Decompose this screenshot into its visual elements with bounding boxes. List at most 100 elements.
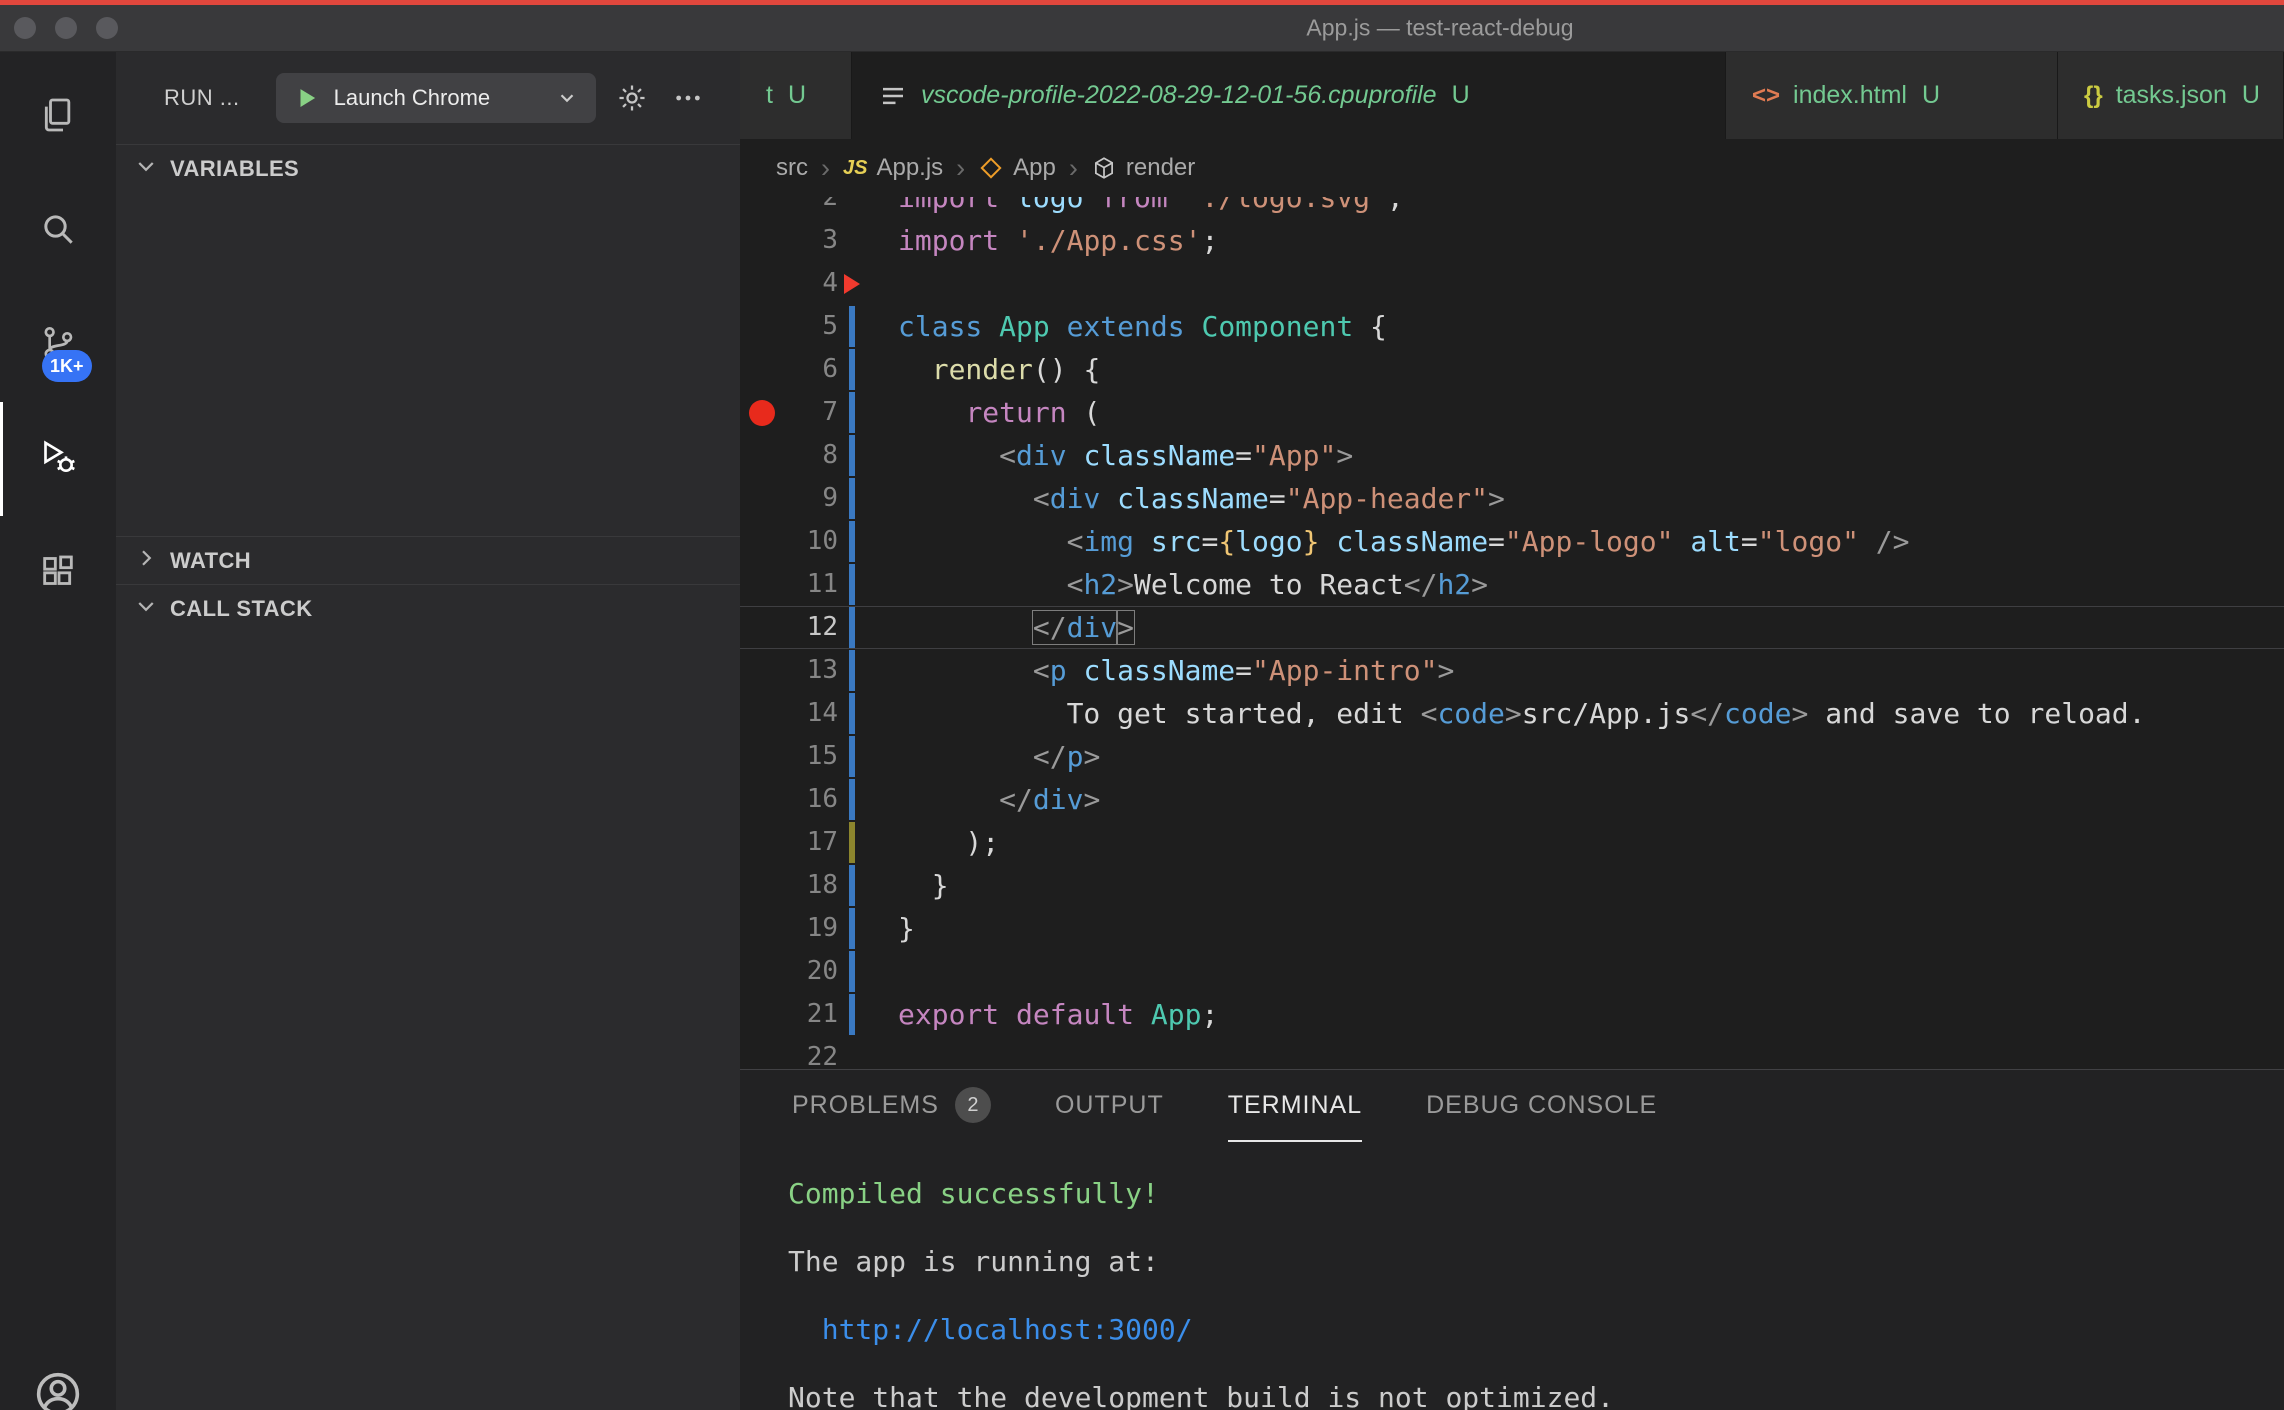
line-number[interactable]: 22	[740, 1036, 838, 1069]
activity-item-search[interactable]	[0, 174, 116, 288]
code-line-20[interactable]: 20	[740, 950, 2284, 993]
line-number[interactable]: 13	[740, 649, 838, 692]
extensions-icon	[38, 551, 78, 596]
activity-item-explorer[interactable]	[0, 60, 116, 174]
line-number[interactable]: 19	[740, 907, 838, 950]
line-number[interactable]: 5	[740, 305, 838, 348]
line-number[interactable]: 12	[740, 606, 838, 649]
panel-tab-terminal[interactable]: TERMINAL	[1228, 1070, 1362, 1142]
html-file-icon: <>	[1752, 82, 1780, 110]
panel-tab-output[interactable]: OUTPUT	[1055, 1070, 1164, 1142]
code-line-9[interactable]: 9 <div className="App-header">	[740, 477, 2284, 520]
zoom-window-button[interactable]	[96, 17, 118, 39]
editor-tab-index-html[interactable]: <>index.htmlU	[1726, 52, 2058, 139]
line-number[interactable]: 14	[740, 692, 838, 735]
code-text: }	[898, 907, 915, 950]
terminal-line: Note that the development build is not o…	[788, 1364, 2284, 1410]
debug-settings-gear-icon[interactable]	[612, 78, 652, 118]
code-line-8[interactable]: 8 <div className="App">	[740, 434, 2284, 477]
code-line-15[interactable]: 15 </p>	[740, 735, 2284, 778]
more-actions-ellipsis-icon[interactable]	[668, 78, 708, 118]
git-modified-gutter	[849, 822, 855, 863]
activity-item-run-and-debug[interactable]	[0, 402, 116, 516]
section-header-watch[interactable]: WATCH	[116, 536, 740, 584]
code-line-11[interactable]: 11 <h2>Welcome to React</h2>	[740, 563, 2284, 606]
code-line-14[interactable]: 14 To get started, edit <code>src/App.js…	[740, 692, 2284, 735]
code-line-22[interactable]: 22	[740, 1036, 2284, 1069]
code-line-4[interactable]: 4	[740, 262, 2284, 305]
breadcrumb-item-render[interactable]: render	[1091, 154, 1195, 182]
class-symbol-icon	[978, 155, 1004, 181]
account-icon[interactable]	[31, 1367, 85, 1410]
section-header-call-stack[interactable]: CALL STACK	[116, 584, 740, 632]
panel-tab-problems[interactable]: PROBLEMS2	[792, 1070, 991, 1142]
play-icon	[294, 85, 320, 111]
code-text: </div>	[898, 606, 1134, 649]
breadcrumb-item-app[interactable]: App	[978, 154, 1056, 182]
panel-tab-debug-console[interactable]: DEBUG CONSOLE	[1426, 1070, 1657, 1142]
code-text: <div className="App-header">	[898, 477, 1505, 520]
line-number[interactable]: 16	[740, 778, 838, 821]
code-line-13[interactable]: 13 <p className="App-intro">	[740, 649, 2284, 692]
code-line-2[interactable]: 2import logo from './logo.svg';	[740, 197, 2284, 219]
breadcrumb-item-app-js[interactable]: JSApp.js	[843, 154, 943, 182]
terminal-localhost-link[interactable]: http://localhost:3000/	[788, 1296, 2284, 1364]
git-modified-gutter	[849, 564, 855, 605]
line-number[interactable]: 15	[740, 735, 838, 778]
code-line-21[interactable]: 21export default App;	[740, 993, 2284, 1036]
terminal-output[interactable]: Compiled successfully!The app is running…	[740, 1142, 2284, 1410]
chevron-right-icon	[134, 546, 158, 576]
code-text: <h2>Welcome to React</h2>	[898, 563, 1488, 606]
git-modified-gutter	[849, 435, 855, 476]
breakpoint-indicator[interactable]	[749, 400, 775, 426]
title-bar: App.js — test-react-debug	[0, 5, 2284, 52]
line-number[interactable]: 21	[740, 993, 838, 1036]
line-number[interactable]: 8	[740, 434, 838, 477]
line-number[interactable]: 17	[740, 821, 838, 864]
editor-tab-vscode-profile-2022-08-29-12-01-56-cpuprofile[interactable]: vscode-profile-2022-08-29-12-01-56.cpupr…	[852, 52, 1726, 139]
line-number[interactable]: 20	[740, 950, 838, 993]
chevron-down-icon	[556, 87, 578, 109]
minimize-window-button[interactable]	[55, 17, 77, 39]
chevron-down-icon	[134, 594, 158, 624]
code-line-7[interactable]: 7 return (	[740, 391, 2284, 434]
line-number[interactable]: 4	[740, 262, 838, 305]
code-line-18[interactable]: 18 }	[740, 864, 2284, 907]
launch-config-label: Launch Chrome	[334, 85, 542, 111]
line-number[interactable]: 3	[740, 219, 838, 262]
code-text: }	[898, 864, 949, 907]
editor-tab-t[interactable]: tU	[740, 52, 852, 139]
breadcrumb-separator-icon: ›	[956, 153, 965, 184]
window-title: App.js — test-react-debug	[1306, 15, 1573, 42]
code-line-6[interactable]: 6 render() {	[740, 348, 2284, 391]
callstack-empty-body	[116, 632, 740, 1410]
line-number[interactable]: 18	[740, 864, 838, 907]
code-line-19[interactable]: 19}	[740, 907, 2284, 950]
breadcrumb-item-src[interactable]: src	[776, 154, 808, 182]
code-line-3[interactable]: 3import './App.css';	[740, 219, 2284, 262]
code-line-10[interactable]: 10 <img src={logo} className="App-logo" …	[740, 520, 2284, 563]
line-number[interactable]: 2	[740, 197, 838, 219]
close-window-button[interactable]	[14, 17, 36, 39]
line-number[interactable]: 9	[740, 477, 838, 520]
code-line-5[interactable]: 5class App extends Component {	[740, 305, 2284, 348]
activity-item-source-control[interactable]: 1K+	[0, 288, 116, 402]
code-text: );	[898, 821, 999, 864]
js-file-icon: JS	[843, 157, 867, 180]
git-modified-gutter	[849, 779, 855, 820]
section-header-variables[interactable]: VARIABLES	[116, 144, 740, 192]
git-modified-gutter	[849, 951, 855, 992]
code-line-12[interactable]: 12 </div>	[740, 606, 2284, 649]
git-status-badge: U	[1452, 81, 1470, 110]
code-text: return (	[898, 391, 1100, 434]
code-editor[interactable]: 2import logo from './logo.svg';3import '…	[740, 197, 2284, 1069]
line-number[interactable]: 10	[740, 520, 838, 563]
editor-tab-tasks-json[interactable]: {}tasks.jsonU	[2058, 52, 2284, 139]
code-line-16[interactable]: 16 </div>	[740, 778, 2284, 821]
activity-item-extensions[interactable]	[0, 516, 116, 630]
line-number[interactable]: 6	[740, 348, 838, 391]
line-number[interactable]: 11	[740, 563, 838, 606]
debug-launch-config-button[interactable]: Launch Chrome	[276, 73, 596, 123]
code-line-17[interactable]: 17 );	[740, 821, 2284, 864]
panel-tab-bar: PROBLEMS2 OUTPUT TERMINAL DEBUG CONSOLE	[740, 1070, 2284, 1142]
